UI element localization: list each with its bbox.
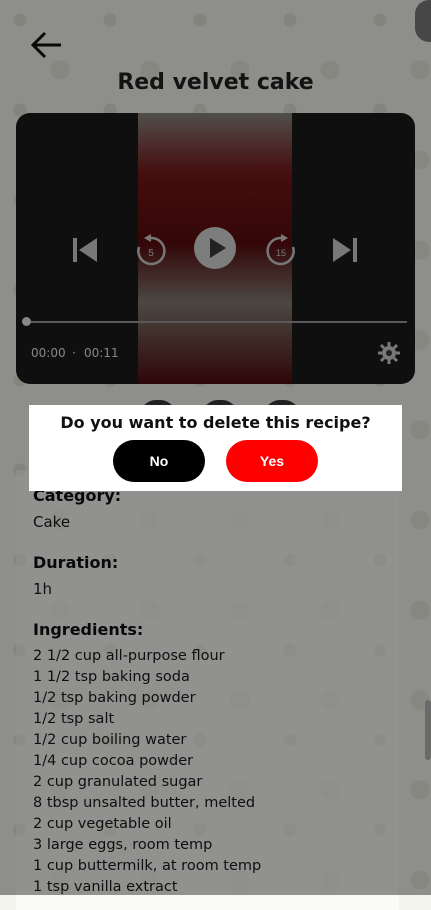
dialog-question: Do you want to delete this recipe? bbox=[60, 413, 371, 432]
scrollbar[interactable] bbox=[425, 700, 431, 760]
no-button[interactable]: No bbox=[113, 440, 205, 482]
delete-confirm-dialog: Do you want to delete this recipe? No Ye… bbox=[29, 405, 402, 491]
yes-button[interactable]: Yes bbox=[226, 440, 318, 482]
